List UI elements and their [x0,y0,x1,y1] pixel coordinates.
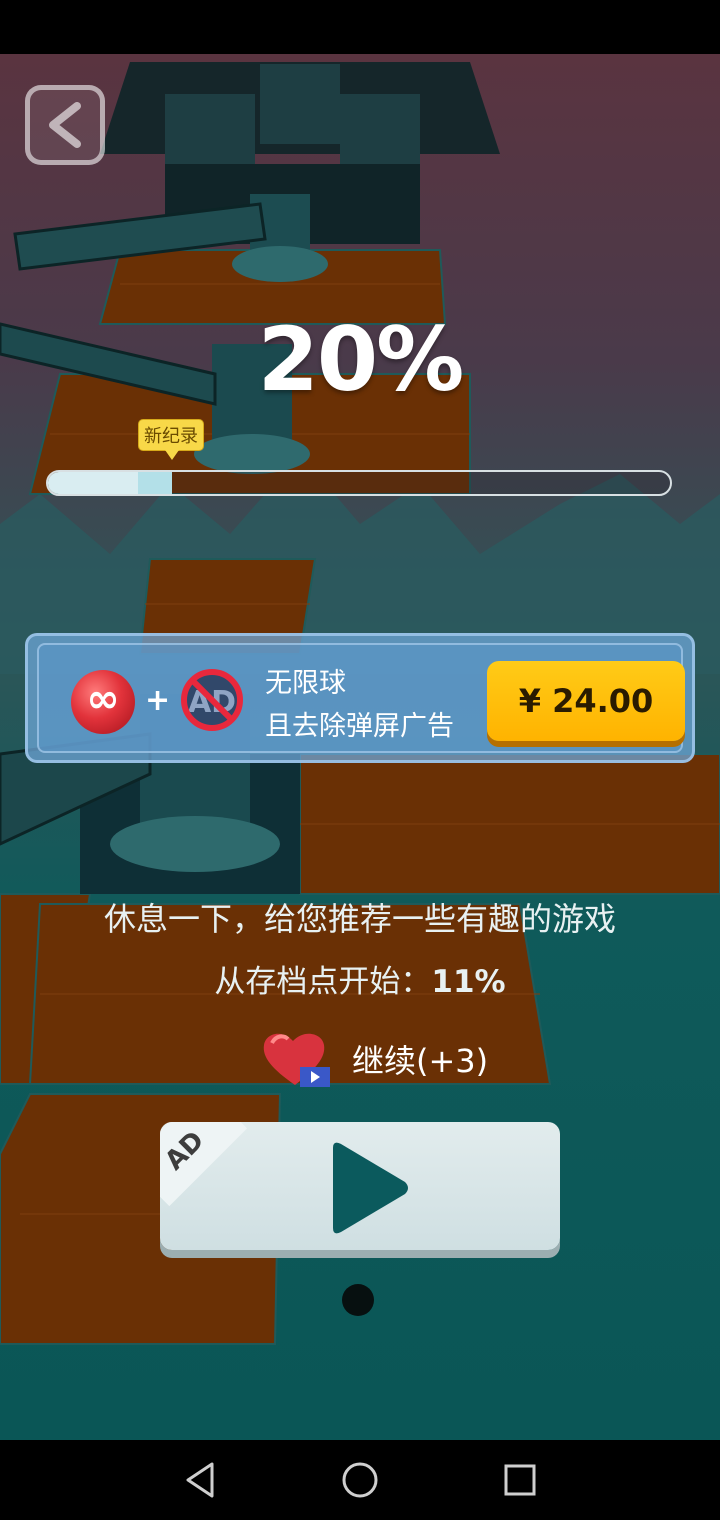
progress-percent: 20% [257,308,465,411]
loading-spinner [342,1284,374,1316]
play-icon [333,1142,408,1234]
no-ads-icon: AD [181,669,243,731]
heart-icon [263,1033,330,1087]
continue-label[interactable]: 继续(+3) [352,1036,488,1082]
offer-subtitle: 且去除弹屏广告 [265,711,454,742]
nav-home-icon[interactable] [340,1460,380,1500]
checkpoint-label: 从存档点开始： [214,964,432,1000]
back-button[interactable] [25,85,105,165]
new-record-tag: 新纪录 [138,419,204,460]
offer-panel: ∞ + AD 无限球 且去除弹屏广告 ¥ 24.00 [37,643,685,753]
level-progress-fill [48,472,138,494]
infinite-ball-icon: ∞ [71,670,135,734]
plus-sign: + [145,683,171,718]
infinite-symbol: ∞ [86,676,120,722]
nav-recents-icon[interactable] [500,1460,540,1500]
checkpoint-value: 11% [431,964,506,1000]
nav-back-icon[interactable] [182,1460,222,1500]
buy-price-button[interactable]: ¥ 24.00 [487,661,685,741]
rest-message: 休息一下，给您推荐一些有趣的游戏 [103,900,616,938]
watch-ad-play-button[interactable]: AD [160,1122,560,1250]
status-bar [0,0,720,54]
infinite-ball-offer: ∞ + AD 无限球 且去除弹屏广告 ¥ 24.00 [25,633,695,763]
system-navigation-bar [0,1440,720,1520]
video-ad-icon [300,1067,330,1087]
back-arrow-icon [49,102,81,148]
level-progress-bar [46,470,672,496]
checkpoint-info: 从存档点开始：11% [0,956,720,1001]
game-view: 20% 新纪录 ∞ + AD 无限球 且去除弹屏广告 ¥ 24.00 休息一下，… [0,54,720,1440]
offer-title: 无限球 [265,668,346,699]
